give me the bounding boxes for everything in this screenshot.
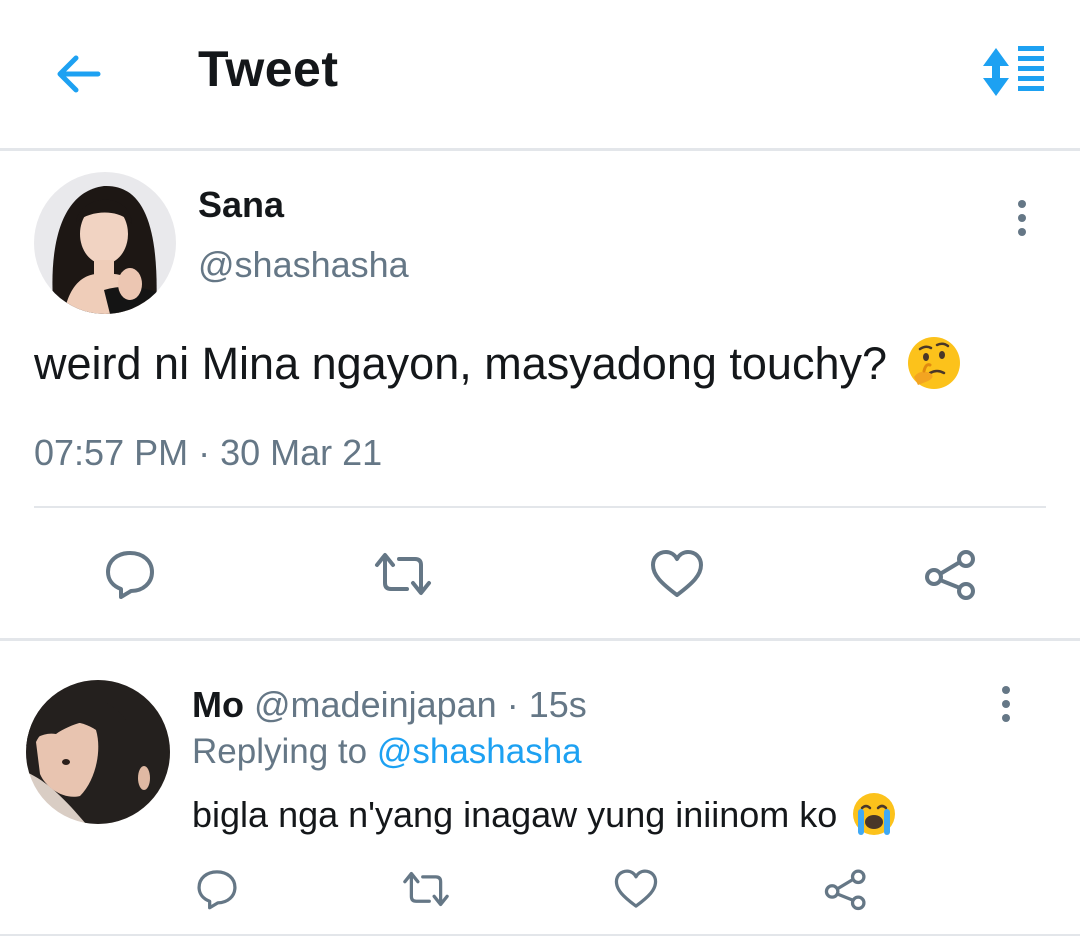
app-header: Tweet: [0, 0, 1080, 148]
sort-replies-button[interactable]: [972, 40, 1052, 104]
reply-separator: ·: [496, 684, 529, 725]
loudly-crying-face-icon: [853, 793, 896, 836]
share-icon: [824, 869, 866, 911]
reply-body: bigla nga n'yang inagaw yung iniinom ko: [192, 794, 838, 835]
retweet-icon: [403, 871, 449, 907]
tweet-body: weird ni Mina ngayon, masyadong touchy?: [34, 338, 888, 389]
reply-avatar[interactable]: [26, 680, 170, 824]
more-dot: [1018, 200, 1026, 208]
like-button[interactable]: [646, 544, 708, 604]
reply-retweet-button[interactable]: [398, 864, 454, 914]
avatar[interactable]: [34, 172, 176, 314]
author-name[interactable]: Sana: [198, 184, 284, 226]
reply-header: Mo @madeinjapan · 15s: [192, 684, 587, 726]
share-icon: [925, 550, 975, 600]
tweet-time: 07:57 PM: [34, 432, 189, 473]
tweet-timestamp: 07:57 PM · 30 Mar 21: [34, 432, 382, 474]
reply-text: bigla nga n'yang inagaw yung iniinom ko: [192, 793, 897, 837]
replying-to-link[interactable]: @shashasha: [377, 732, 582, 771]
tweet-date: 30 Mar 21: [220, 432, 383, 473]
reply-avatar-image: [26, 680, 170, 824]
back-button[interactable]: [46, 48, 110, 100]
replying-prefix: Replying to: [192, 732, 377, 771]
stats-divider: [34, 506, 1046, 508]
reply-author-handle[interactable]: @madeinjapan: [254, 684, 497, 725]
reply-author-name[interactable]: Mo: [192, 684, 244, 725]
heart-icon: [614, 869, 658, 908]
author-handle[interactable]: @shashasha: [198, 244, 409, 286]
reply-divider: [0, 934, 1080, 936]
avatar-image: [34, 172, 176, 314]
header-divider: [0, 148, 1080, 151]
more-options-button[interactable]: [1002, 188, 1042, 248]
reply-button[interactable]: [100, 544, 160, 604]
sort-icon: [983, 46, 1044, 96]
tweet-text: weird ni Mina ngayon, masyadong touchy?: [34, 337, 962, 391]
reply-more-options-button[interactable]: [986, 674, 1026, 734]
thinking-face-icon: [907, 337, 960, 390]
comment-icon: [106, 551, 154, 599]
page-title: Tweet: [198, 41, 339, 97]
retweet-icon: [375, 553, 431, 595]
retweet-button[interactable]: [370, 544, 436, 604]
replying-to: Replying to @shashasha: [192, 732, 582, 772]
timestamp-separator: ·: [188, 432, 221, 473]
more-dot: [1002, 714, 1010, 722]
reply-reply-button[interactable]: [192, 864, 242, 914]
reply-share-button[interactable]: [820, 864, 872, 914]
heart-icon: [651, 550, 703, 597]
comment-icon: [197, 870, 237, 910]
more-dot: [1002, 686, 1010, 694]
reply-age: 15s: [528, 684, 587, 725]
more-dot: [1018, 228, 1026, 236]
more-dot: [1018, 214, 1026, 222]
more-dot: [1002, 700, 1010, 708]
tweet-divider: [0, 638, 1080, 641]
arrow-left-icon: [57, 55, 101, 93]
share-button[interactable]: [920, 544, 982, 604]
reply-like-button[interactable]: [610, 864, 662, 914]
